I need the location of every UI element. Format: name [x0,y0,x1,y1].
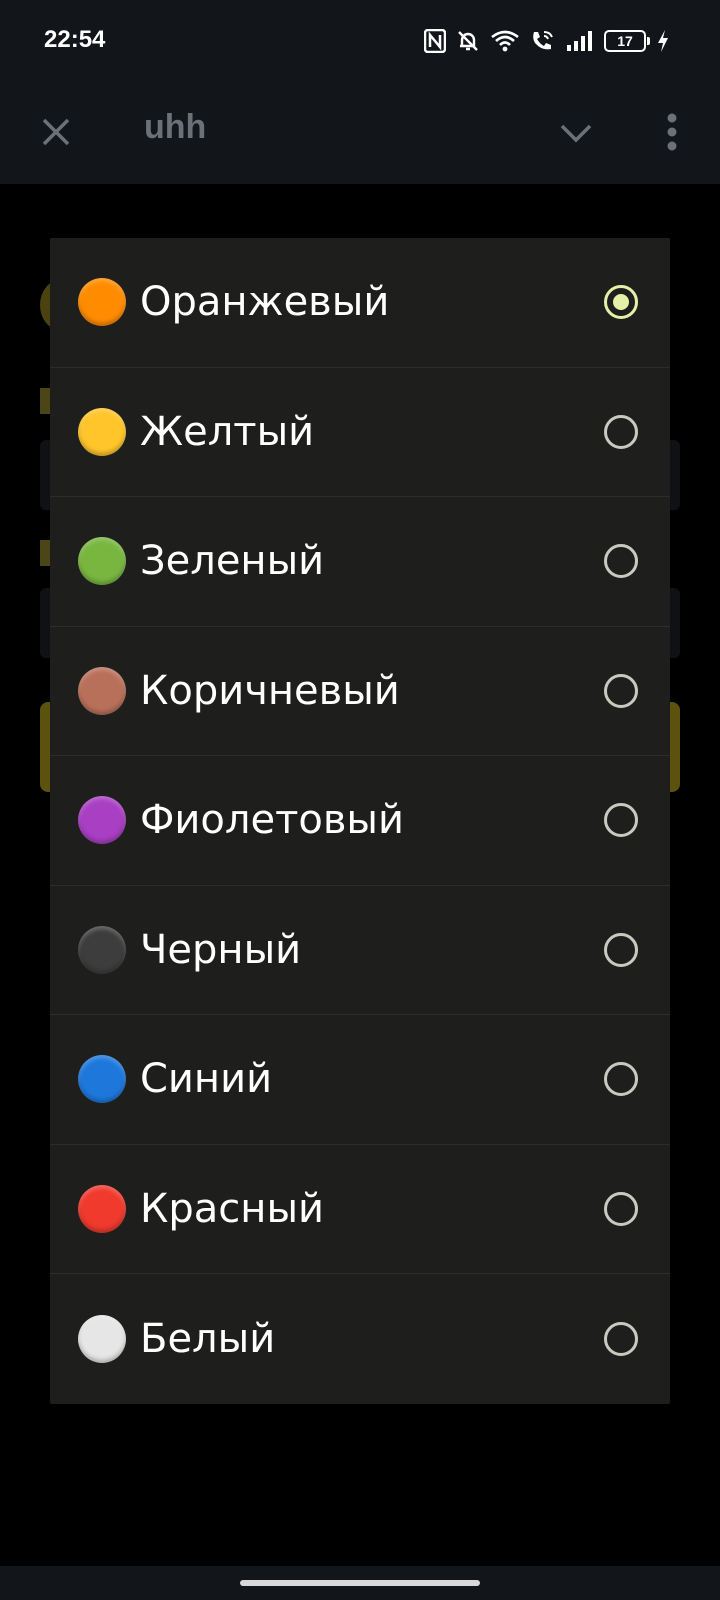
color-option-yellow[interactable]: Желтый [50,368,670,497]
option-label: Синий [140,1056,273,1103]
black-circle-icon [78,925,126,974]
color-option-white[interactable]: Белый [50,1274,670,1404]
radio-button[interactable] [604,1321,638,1356]
bell-off-icon [456,28,480,54]
color-picker-dialog: Оранжевый Желтый Зеленый Коричневый Фиол… [50,238,670,1404]
radio-button[interactable] [604,803,638,838]
status-time: 22:54 [44,26,106,53]
option-label: Зеленый [140,538,325,585]
option-label: Черный [140,926,302,973]
white-circle-icon [78,1314,126,1363]
charging-icon [656,28,670,54]
radio-button[interactable] [604,673,638,708]
brown-circle-icon [78,666,126,715]
status-icons: 17 [424,26,670,56]
option-label: Белый [140,1315,276,1362]
wifi-icon [490,28,520,54]
blue-circle-icon [78,1055,126,1104]
option-label: Фиолетовый [140,797,405,844]
red-circle-icon [78,1184,126,1233]
color-option-green[interactable]: Зеленый [50,497,670,627]
top-app-bar: uhh [0,82,720,184]
battery-icon: 17 [604,28,650,54]
orange-circle-icon [78,278,126,327]
signal-icon [566,28,594,54]
option-label: Оранжевый [140,279,390,326]
yellow-circle-icon [78,407,126,456]
option-label: Желтый [140,408,315,455]
status-bar: 22:54 17 [0,0,720,82]
radio-button[interactable] [604,1191,638,1226]
more-vert-icon[interactable] [652,110,692,154]
chevron-down-icon[interactable] [556,112,596,152]
option-label: Коричневый [140,667,400,714]
radio-button[interactable] [604,285,638,320]
battery-level: 17 [604,30,650,52]
purple-circle-icon [78,796,126,845]
color-option-purple[interactable]: Фиолетовый [50,756,670,886]
color-option-black[interactable]: Черный [50,886,670,1015]
radio-button[interactable] [604,414,638,449]
nfc-icon [424,28,446,54]
radio-button[interactable] [604,544,638,579]
color-option-orange[interactable]: Оранжевый [50,238,670,368]
color-option-red[interactable]: Красный [50,1145,670,1274]
page-title: uhh [144,108,207,146]
green-circle-icon [78,537,126,586]
radio-button[interactable] [604,932,638,967]
radio-button[interactable] [604,1062,638,1097]
wifi-call-icon [530,28,556,54]
home-handle[interactable] [240,1580,480,1586]
close-icon[interactable] [36,112,76,152]
color-option-brown[interactable]: Коричневый [50,627,670,756]
navigation-bar [0,1566,720,1600]
color-option-blue[interactable]: Синий [50,1015,670,1145]
option-label: Красный [140,1185,325,1232]
